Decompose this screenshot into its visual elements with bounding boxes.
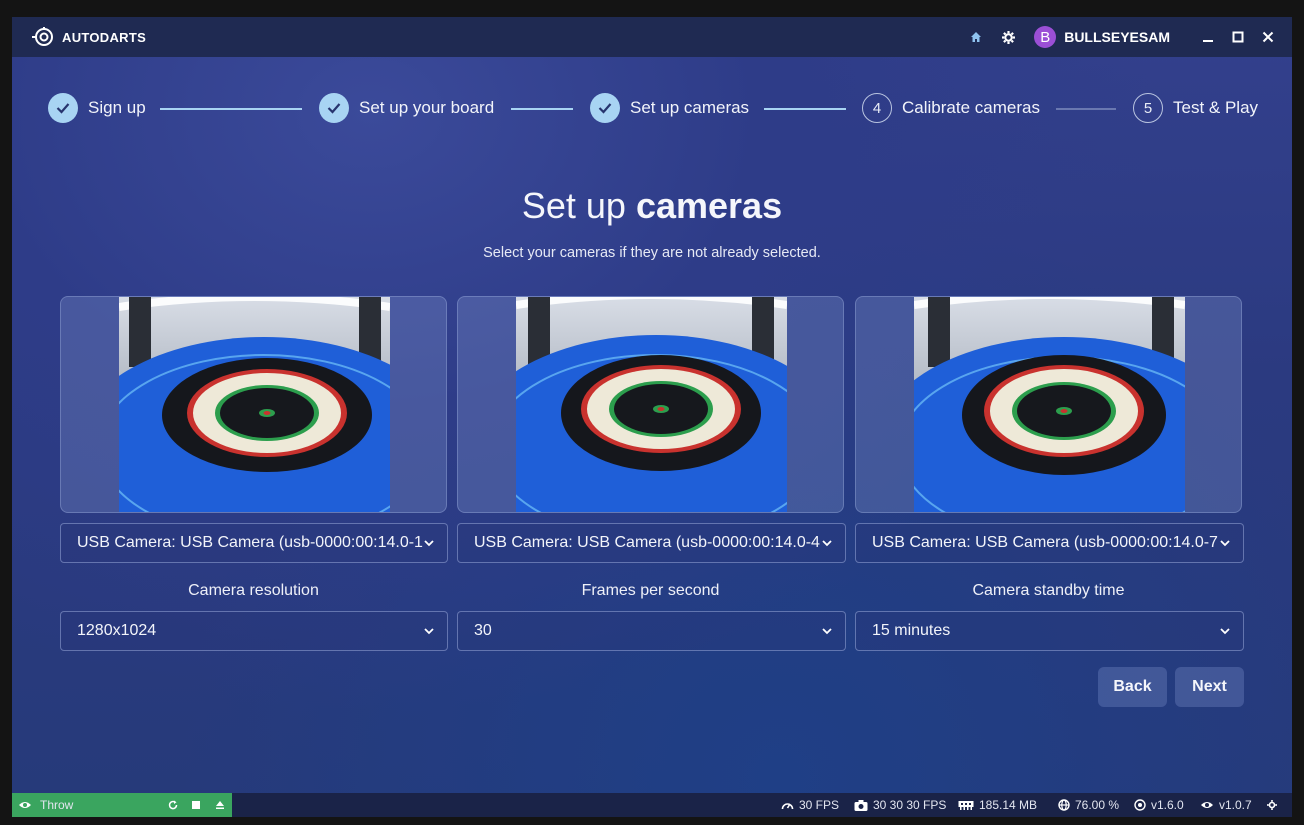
- step-label: Set up your board: [359, 98, 495, 117]
- fps-select[interactable]: 30: [457, 611, 846, 651]
- step-connector: [764, 108, 846, 110]
- eye-icon: [19, 802, 31, 808]
- camera-2-value: USB Camera: USB Camera (usb-0000:00:14.0…: [474, 534, 820, 551]
- step-label: Sign up: [88, 98, 146, 117]
- camera-1-value: USB Camera: USB Camera (usb-0000:00:14.0…: [77, 534, 423, 551]
- step-test-and-play: 5 Test & Play: [1133, 92, 1258, 124]
- resolution-label: Camera resolution: [188, 582, 319, 599]
- chevron-down-icon: [424, 540, 434, 547]
- target-logo-icon: [32, 27, 53, 46]
- chevron-down-icon: [1220, 628, 1230, 635]
- camera-image: [516, 297, 787, 512]
- home-icon[interactable]: [966, 27, 986, 47]
- title-bar: AUTODARTS B BULLSEYESAM: [12, 17, 1292, 57]
- camera-preview-1: [60, 296, 447, 513]
- chevron-down-icon: [822, 540, 832, 547]
- step-connector: [160, 108, 302, 110]
- status-bar: Throw 30 FPS 30 30 30 FPS 185.14 MB 76.0…: [12, 793, 1292, 817]
- username[interactable]: BULLSEYESAM: [1064, 29, 1170, 45]
- step-calibrate-cameras: 4 Calibrate cameras: [862, 92, 1040, 124]
- camera-preview-2: [457, 296, 844, 513]
- chevron-down-icon: [424, 628, 434, 635]
- app-window: AUTODARTS B BULLSEYESAM Sign up Set up y…: [12, 17, 1292, 817]
- eject-icon[interactable]: [215, 800, 225, 810]
- camera-2-select[interactable]: USB Camera: USB Camera (usb-0000:00:14.0…: [457, 523, 846, 563]
- fps-label: Frames per second: [581, 582, 720, 599]
- step-connector: [1056, 108, 1116, 110]
- camera-image: [914, 297, 1185, 512]
- step-connector: [511, 108, 573, 110]
- step-sign-up: Sign up: [48, 92, 146, 124]
- checkmark-icon: [590, 93, 620, 123]
- step-number: 4: [862, 93, 892, 123]
- step-label: Calibrate cameras: [902, 98, 1040, 117]
- cpu-status: 76.00 %: [1058, 793, 1119, 817]
- memory-chip-icon: [958, 801, 974, 810]
- eye-icon: [1201, 802, 1213, 808]
- speedometer-icon: [781, 803, 794, 810]
- maximize-icon[interactable]: [1228, 27, 1248, 47]
- camera-3-value: USB Camera: USB Camera (usb-0000:00:14.0…: [872, 534, 1218, 551]
- back-button[interactable]: Back: [1098, 667, 1167, 707]
- standby-label: Camera standby time: [972, 582, 1125, 599]
- avatar[interactable]: B: [1034, 26, 1057, 48]
- board-version-status: v1.6.0: [1134, 793, 1184, 817]
- app-logo: AUTODARTS: [32, 27, 146, 47]
- step-label: Test & Play: [1173, 98, 1259, 117]
- page-title: Set up cameras: [521, 185, 783, 226]
- camera-preview-3: [855, 296, 1242, 513]
- settings-gear-icon[interactable]: [998, 27, 1018, 47]
- stop-icon[interactable]: [192, 801, 200, 809]
- next-button[interactable]: Next: [1175, 667, 1244, 707]
- camera-icon: [854, 799, 868, 811]
- step-set-up-board: Set up your board: [319, 92, 494, 124]
- chevron-down-icon: [822, 628, 832, 635]
- step-label: Set up cameras: [630, 98, 750, 117]
- throw-status: Throw: [12, 793, 232, 817]
- chevron-down-icon: [1220, 540, 1230, 547]
- resolution-value: 1280x1024: [77, 622, 157, 639]
- camera-fps-status: 30 30 30 FPS: [854, 793, 946, 817]
- refresh-icon[interactable]: [168, 800, 178, 810]
- step-number: 5: [1133, 93, 1163, 123]
- memory-status: 185.14 MB: [958, 793, 1037, 817]
- standby-value: 15 minutes: [872, 622, 951, 639]
- camera-1-select[interactable]: USB Camera: USB Camera (usb-0000:00:14.0…: [60, 523, 448, 563]
- camera-3-select[interactable]: USB Camera: USB Camera (usb-0000:00:14.0…: [855, 523, 1244, 563]
- close-icon[interactable]: [1258, 27, 1278, 47]
- minimize-icon[interactable]: [1198, 27, 1218, 47]
- camera-image: [119, 297, 390, 512]
- checkmark-icon: [319, 93, 349, 123]
- target-icon: [1134, 799, 1146, 811]
- fps-status: 30 FPS: [781, 793, 839, 817]
- checkmark-icon: [48, 93, 78, 123]
- throw-label: Throw: [40, 798, 74, 812]
- resolution-select[interactable]: 1280x1024: [60, 611, 448, 651]
- fps-value: 30: [474, 622, 492, 639]
- standby-select[interactable]: 15 minutes: [855, 611, 1244, 651]
- page-subtitle: Select your cameras if they are not alre…: [483, 245, 821, 261]
- app-version-status: v1.0.7: [1200, 793, 1252, 817]
- step-set-up-cameras: Set up cameras: [590, 92, 749, 124]
- settings-gear-icon[interactable]: [1267, 800, 1277, 810]
- globe-icon: [1058, 799, 1070, 811]
- app-name: AUTODARTS: [62, 29, 147, 45]
